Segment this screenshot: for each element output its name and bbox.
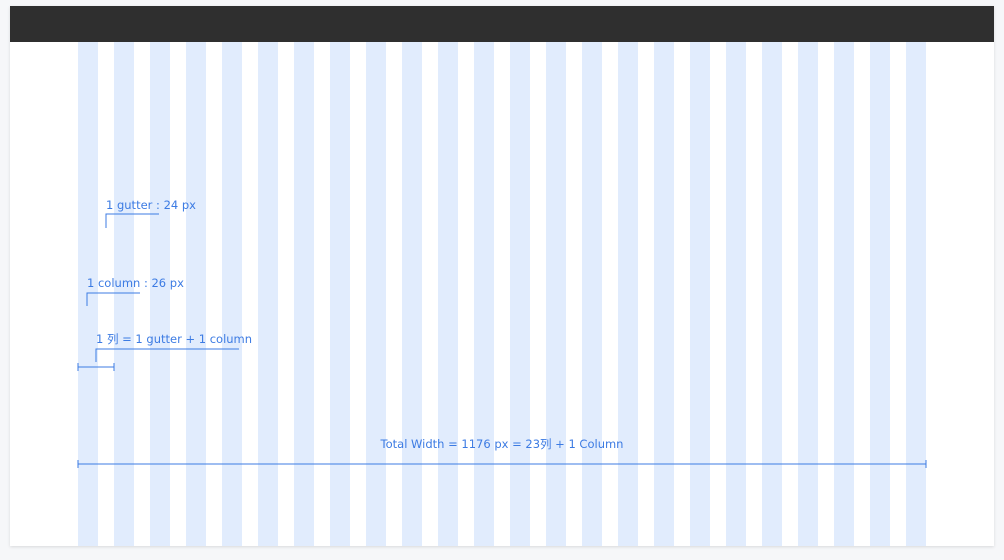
gutter-label: 1 gutter : 24 px [106,198,196,212]
total-width-label: Total Width = 1176 px = 23列 + 1 Column [380,437,624,451]
total-width-annotation: Total Width = 1176 px = 23列 + 1 Column [77,437,927,468]
column-annotation: 1 column : 26 px [86,276,184,306]
column-label: 1 column : 26 px [87,276,184,290]
column-bracket [86,292,140,306]
unit-annotation: 1 列 = 1 gutter + 1 column [77,332,252,371]
grid-canvas: 1 gutter : 24 px 1 column : 26 px 1 列 = … [10,6,994,546]
annotation-layer: 1 gutter : 24 px 1 column : 26 px 1 列 = … [77,198,927,468]
gutter-bracket [105,213,159,228]
unit-bracket [95,348,239,362]
unit-label: 1 列 = 1 gutter + 1 column [96,332,252,346]
gutter-annotation: 1 gutter : 24 px [105,198,196,228]
